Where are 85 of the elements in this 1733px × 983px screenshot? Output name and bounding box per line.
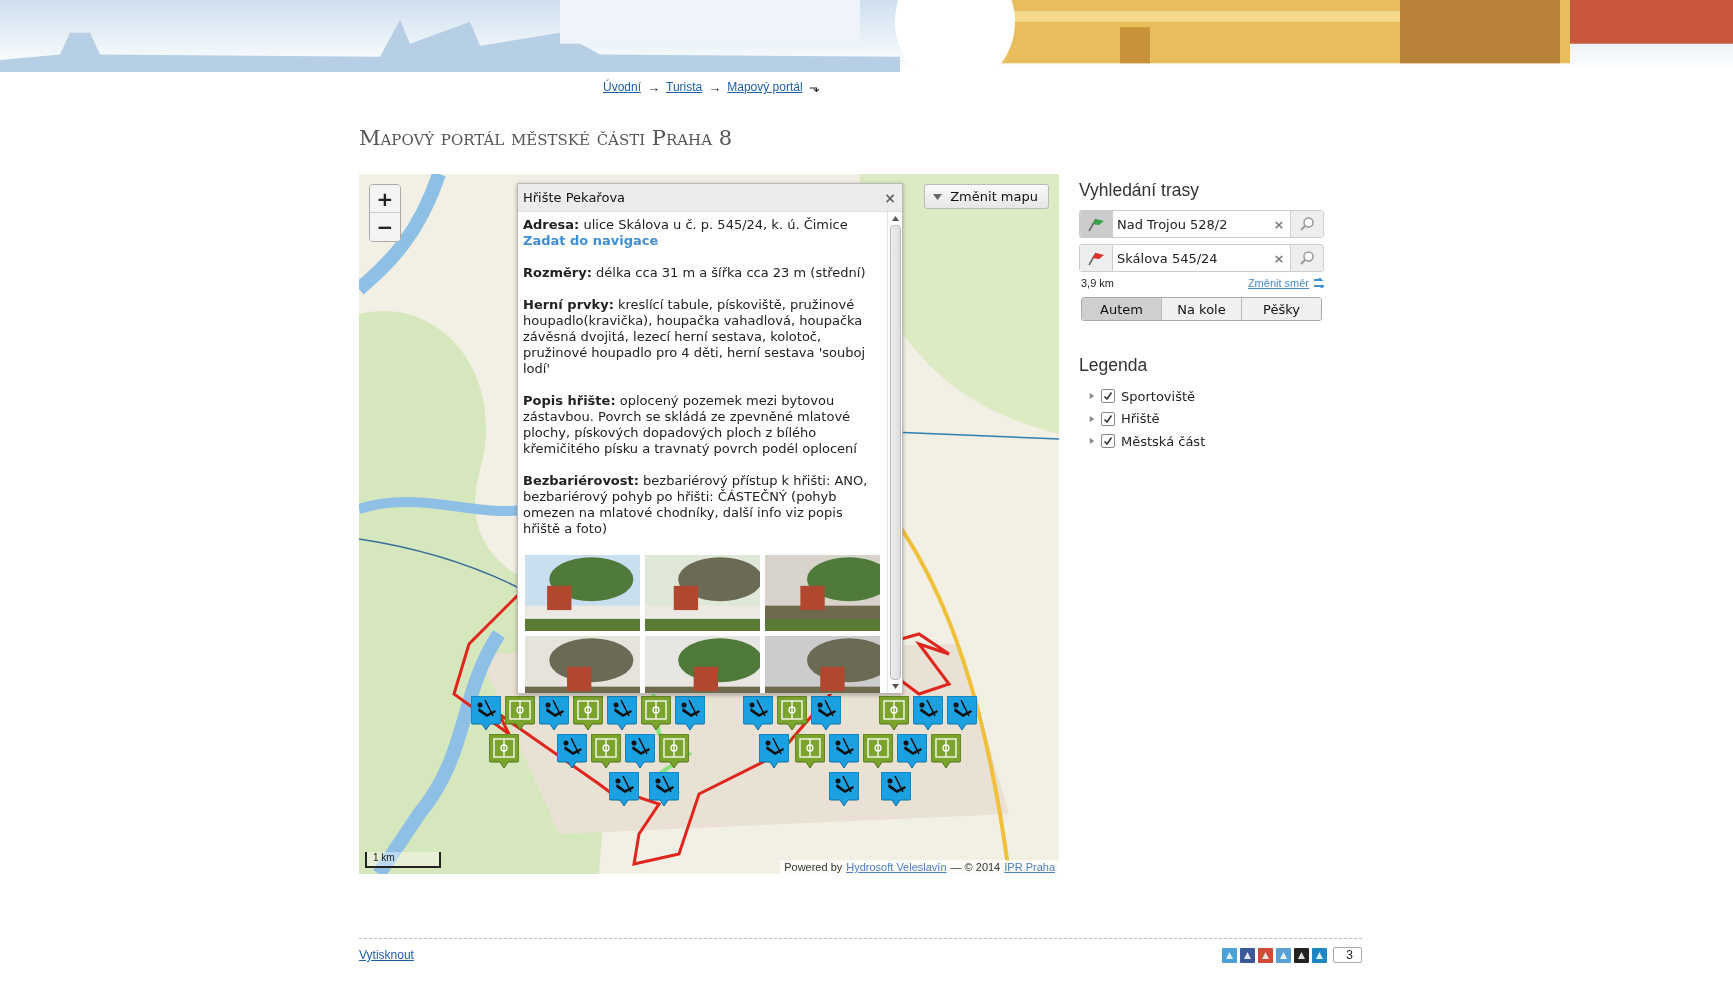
change-map-button[interactable]: Změnit mapu	[924, 184, 1049, 209]
attribution-text: — © 2014	[950, 861, 1001, 873]
checkbox[interactable]	[1101, 389, 1115, 404]
attribution-link[interactable]: IPR Praha	[1004, 861, 1055, 873]
travel-mode-tab[interactable]: Autem	[1082, 298, 1161, 320]
football-pitch-marker-icon[interactable]	[795, 734, 825, 768]
swing-marker-icon[interactable]	[609, 772, 639, 806]
search-icon	[1299, 216, 1315, 232]
search-button[interactable]	[1290, 211, 1323, 237]
football-pitch-marker-icon[interactable]	[591, 734, 621, 768]
breadcrumb-link[interactable]: Mapový portál	[727, 80, 803, 94]
scrollbar-thumb[interactable]	[889, 225, 901, 680]
section-title: Legenda	[1079, 355, 1149, 376]
football-pitch-marker-icon[interactable]	[505, 696, 535, 730]
address-field[interactable]: Nad Trojou 528/2 ×	[1079, 210, 1324, 238]
travel-mode-tab[interactable]: Pěšky	[1241, 298, 1321, 320]
legend-label: Městská část	[1121, 433, 1206, 449]
popup-paragraph: Herní prvky: kreslící tabule, pískoviště, pružinové houpadlo(kravička), houpačka vahadlová, houpačka závěsná dvojitá, lezecí herní sestava, kolotoč, pružinové houpadlo pro 4 děti, herní sestava 'souboj lodí'	[523, 297, 866, 377]
clear-button[interactable]: ×	[1268, 245, 1290, 271]
legend-label: Hřiště	[1121, 411, 1160, 427]
swing-marker-icon[interactable]	[607, 696, 637, 730]
share-icon[interactable]	[1294, 947, 1310, 963]
swing-marker-icon[interactable]	[913, 696, 943, 730]
close-button[interactable]: ×	[884, 189, 896, 206]
scroll-up-icon[interactable]	[891, 216, 899, 221]
expand-icon[interactable]	[1089, 437, 1095, 446]
section-title: Vyhledání trasy	[1079, 180, 1200, 201]
attribution-link[interactable]: Hydrosoft Veleslavín	[846, 861, 947, 873]
share-count: 3	[1333, 947, 1362, 963]
swing-marker-icon[interactable]	[557, 734, 587, 768]
scrollbar[interactable]	[887, 212, 902, 693]
swing-marker-icon[interactable]	[829, 772, 859, 806]
scale-bar: 1 km	[365, 852, 441, 868]
swing-marker-icon[interactable]	[829, 734, 859, 768]
flag-icon	[1087, 216, 1105, 232]
swap-arrows-icon	[1313, 278, 1324, 288]
zoom-in-button[interactable]: +	[370, 185, 400, 213]
popup-paragraph: Rozměry: délka cca 31 m a šířka cca 23 m (střední)	[523, 265, 867, 281]
breadcrumb-arrow: ⬎	[808, 79, 820, 95]
football-pitch-marker-icon[interactable]	[659, 734, 689, 768]
reverse-direction-link[interactable]: Změnit směr	[1247, 277, 1324, 289]
football-pitch-marker-icon[interactable]	[489, 734, 519, 768]
clear-button[interactable]: ×	[1268, 211, 1290, 237]
breadcrumb-arrow: →	[708, 79, 722, 95]
breadcrumb-link[interactable]: Úvodní	[603, 80, 642, 94]
expand-icon[interactable]	[1089, 414, 1095, 423]
popup-title: Hřište Pekařova	[523, 190, 626, 205]
search-button[interactable]	[1290, 245, 1323, 271]
checkbox[interactable]	[1101, 411, 1115, 426]
popup-paragraph: Bezbariérovost: bezbariérový přístup k hřišti: ANO, bezbariérový pohyb po hřišti: ČÁSTEČNÝ (pohyb omezen na mlatové chodníky, další info viz popis hřiště a foto)	[523, 473, 869, 537]
football-pitch-marker-icon[interactable]	[931, 734, 961, 768]
football-pitch-marker-icon[interactable]	[863, 734, 893, 768]
swing-marker-icon[interactable]	[675, 696, 705, 730]
checkbox[interactable]	[1101, 434, 1115, 449]
football-pitch-marker-icon[interactable]	[879, 696, 909, 730]
caret-icon	[933, 193, 943, 200]
address-field[interactable]: Skálova 545/24 ×	[1079, 244, 1324, 272]
search-icon	[1299, 250, 1315, 266]
swing-marker-icon[interactable]	[947, 696, 977, 730]
swing-marker-icon[interactable]	[881, 772, 911, 806]
expand-icon[interactable]	[1089, 392, 1095, 401]
swing-marker-icon[interactable]	[811, 696, 841, 730]
swing-marker-icon[interactable]	[649, 772, 679, 806]
swing-marker-icon[interactable]	[759, 734, 789, 768]
page-title: Mapový portál městské části Praha 8	[359, 126, 734, 150]
swing-marker-icon[interactable]	[625, 734, 655, 768]
swing-marker-icon[interactable]	[743, 696, 773, 730]
popup-paragraph: Popis hřište: oplocený pozemek mezi bytovou zástavbou. Povrch se skládá ze zpevněné mlatové plochy, pískových dopadových ploch z bílého křemičitého písku a travnatý povrch podél oplocení	[523, 393, 858, 457]
swing-marker-icon[interactable]	[539, 696, 569, 730]
swing-marker-icon[interactable]	[471, 696, 501, 730]
breadcrumb-link[interactable]: Turista	[666, 80, 703, 94]
legend-label: Sportoviště	[1121, 388, 1196, 404]
popup-paragraph: Adresa: ulice Skálova u č. p. 545/24, k. ú. Čimice Zadat do navigace	[523, 217, 883, 249]
football-pitch-marker-icon[interactable]	[777, 696, 807, 730]
breadcrumb-arrow: →	[647, 79, 661, 95]
print-link[interactable]: Vytisknout	[359, 948, 414, 962]
swing-marker-icon[interactable]	[897, 734, 927, 768]
travel-mode-tab[interactable]: Na kole	[1161, 298, 1241, 320]
share-icon[interactable]	[1240, 947, 1256, 963]
football-pitch-marker-icon[interactable]	[573, 696, 603, 730]
football-pitch-marker-icon[interactable]	[641, 696, 671, 730]
attribution-text: Powered by	[784, 861, 843, 873]
route-distance: 3,9 km	[1081, 277, 1114, 289]
scroll-down-icon[interactable]	[891, 684, 899, 689]
flag-icon	[1087, 250, 1105, 266]
